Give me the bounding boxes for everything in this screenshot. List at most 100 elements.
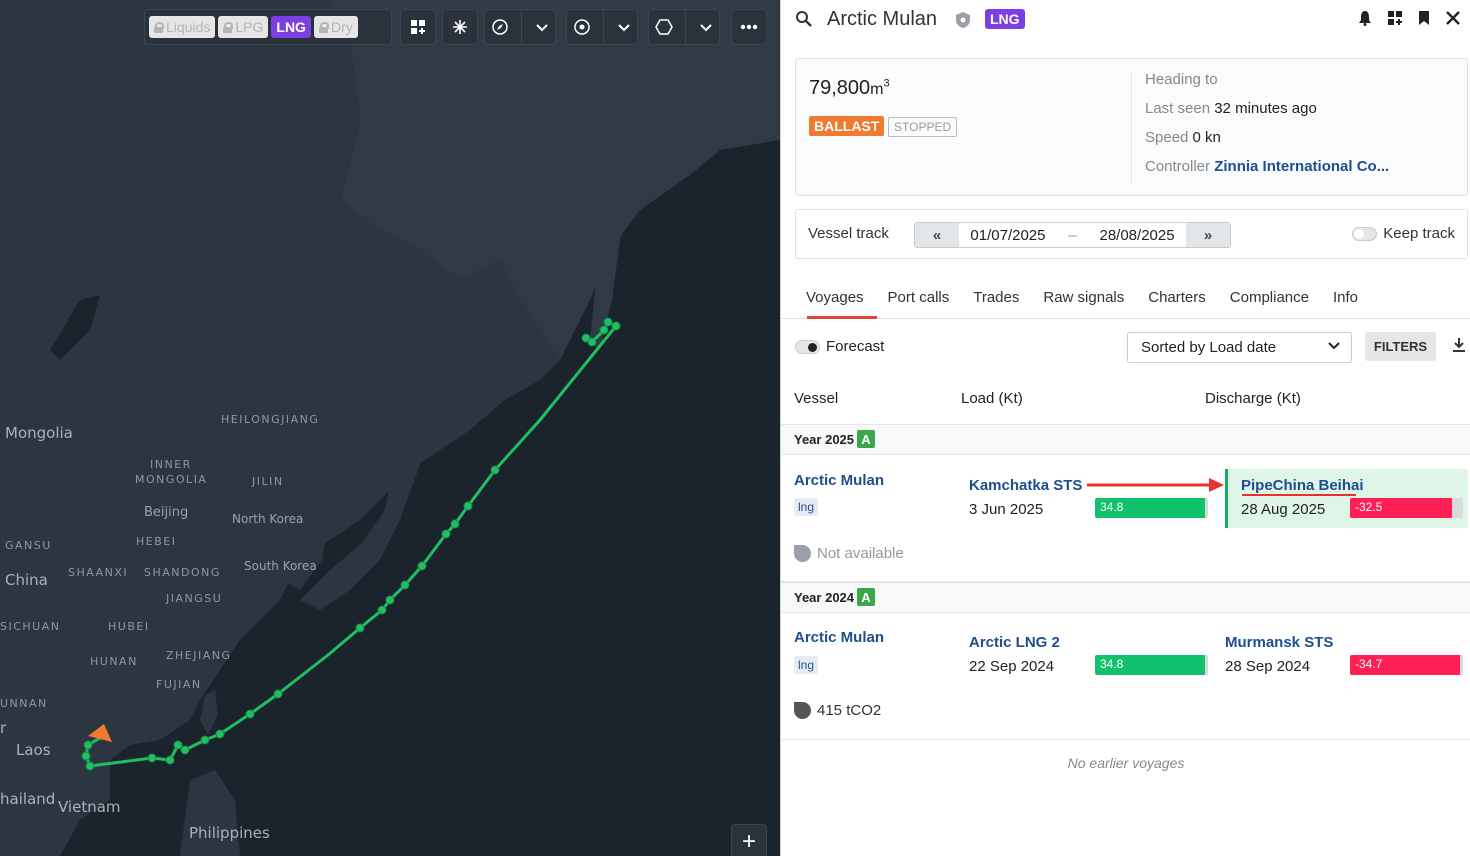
- track-prev-button[interactable]: «: [915, 223, 959, 247]
- load-date: 22 Sep 2024: [969, 658, 1055, 675]
- vessel-name: Arctic Mulan: [827, 8, 938, 30]
- track-end-date[interactable]: 28/08/2025: [1099, 227, 1174, 244]
- year-badge: A: [857, 588, 875, 606]
- map-label-thailand: hailand: [0, 790, 56, 808]
- filter-chip-dry[interactable]: Dry: [313, 16, 358, 38]
- map-label-hebei: HEBEI: [136, 535, 177, 548]
- target-icon: [574, 19, 590, 35]
- year-group-header: Year 2024 A: [781, 582, 1470, 613]
- voyage-vessel-name[interactable]: Arctic Mulan: [794, 629, 884, 646]
- forecast-label: Forecast: [826, 338, 885, 355]
- voyage-emissions: Not available: [794, 545, 904, 562]
- close-icon[interactable]: [1445, 10, 1461, 26]
- target-dropdown[interactable]: [566, 9, 638, 45]
- search-icon[interactable]: [795, 10, 813, 28]
- col-vessel: Vessel: [794, 390, 839, 407]
- load-volume-bar: 34.8: [1095, 655, 1208, 675]
- leaf-icon: [794, 702, 811, 719]
- tab-trades[interactable]: Trades: [961, 280, 1031, 318]
- toggle-switch[interactable]: [795, 339, 820, 354]
- weather-button[interactable]: [442, 9, 478, 45]
- sort-select[interactable]: Sorted by Load date: [1127, 332, 1352, 363]
- tab-info[interactable]: Info: [1321, 280, 1370, 318]
- voyage-cargo-tag: lng: [794, 656, 819, 674]
- filters-button[interactable]: FILTERS: [1365, 332, 1436, 361]
- discharge-port[interactable]: Murmansk STS: [1225, 634, 1333, 651]
- map-view[interactable]: Mongolia HEILONGJIANG INNER MONGOLIA JIL…: [0, 0, 780, 856]
- divider: [603, 9, 605, 45]
- hexagon-icon: [655, 19, 674, 35]
- tab-charters[interactable]: Charters: [1136, 280, 1218, 318]
- controller-link[interactable]: Zinnia International Co...: [1214, 158, 1389, 175]
- tab-port-calls[interactable]: Port calls: [876, 280, 962, 318]
- more-button[interactable]: [731, 9, 767, 45]
- capacity-unit: m: [870, 81, 884, 98]
- tab-raw-signals[interactable]: Raw signals: [1031, 280, 1136, 318]
- vessel-type-filter: Liquids LPG LNG Dry: [144, 9, 392, 45]
- divider: [685, 9, 687, 45]
- load-volume-bar: 34.8: [1095, 498, 1208, 518]
- controller-label: Controller: [1145, 158, 1211, 175]
- download-icon[interactable]: [1452, 337, 1466, 353]
- map-label-hunan: HUNAN: [90, 655, 138, 668]
- load-volume-fill: 34.8: [1095, 655, 1205, 675]
- map-label-heilongjiang: HEILONGJIANG: [221, 413, 320, 426]
- map-label-inner-mongolia: INNER: [150, 458, 192, 471]
- map-label-shandong: SHANDONG: [144, 566, 221, 579]
- vessel-panel: Arctic Mulan LNG 79,800m3 BALLAST STOPPE…: [780, 0, 1470, 856]
- compass-dropdown[interactable]: [484, 9, 556, 45]
- grid-add-icon[interactable]: [1387, 10, 1403, 26]
- map-label-china: China: [5, 571, 48, 589]
- map-label-philippines: Philippines: [189, 824, 270, 842]
- vessel-summary-card: 79,800m3 BALLAST STOPPED Heading to Last…: [795, 58, 1468, 196]
- tab-voyages[interactable]: Voyages: [794, 280, 877, 319]
- vessel-track-bar: Vessel track « 01/07/2025 – 28/08/2025 »…: [795, 209, 1468, 259]
- compass-icon: [492, 19, 508, 35]
- track-start-date[interactable]: 01/07/2025: [970, 227, 1045, 244]
- forecast-toggle[interactable]: Forecast: [795, 338, 884, 355]
- chip-label: LNG: [276, 19, 306, 35]
- wind-icon: [453, 20, 467, 34]
- map-label-hubei: HUBEI: [108, 620, 150, 633]
- load-date: 3 Jun 2025: [969, 501, 1044, 518]
- map-label-mongolia: Mongolia: [5, 424, 73, 442]
- discharge-port[interactable]: PipeChina Beihai: [1241, 477, 1364, 494]
- map-landmass: [0, 0, 780, 856]
- shape-dropdown[interactable]: [648, 9, 720, 45]
- discharge-volume-fill: -32.5: [1350, 498, 1452, 518]
- discharge-date: 28 Aug 2025: [1241, 501, 1326, 518]
- last-seen-row: Last seen 32 minutes ago: [1145, 100, 1389, 129]
- tab-compliance[interactable]: Compliance: [1218, 280, 1321, 318]
- panel-tabs: Voyages Port calls Trades Raw signals Ch…: [781, 280, 1470, 319]
- map-label-yunnan: UNNAN: [0, 697, 48, 710]
- load-port[interactable]: Arctic LNG 2: [969, 634, 1060, 651]
- filter-chip-lpg[interactable]: LPG: [218, 16, 269, 38]
- zoom-in-button[interactable]: +: [731, 824, 767, 856]
- chevron-down-icon[interactable]: [535, 20, 549, 34]
- lock-icon: [223, 21, 234, 33]
- map-label-north-korea: North Korea: [232, 512, 304, 526]
- load-port[interactable]: Kamchatka STS: [969, 477, 1082, 494]
- map-label-vietnam: Vietnam: [58, 798, 121, 816]
- chip-label: LPG: [235, 19, 264, 35]
- bell-icon[interactable]: [1357, 10, 1373, 26]
- chevron-down-icon[interactable]: [617, 20, 631, 34]
- map-label-sichuan: SICHUAN: [0, 620, 61, 633]
- layers-button[interactable]: [400, 9, 436, 45]
- keep-track-toggle[interactable]: Keep track: [1352, 225, 1455, 242]
- sort-value: Sorted by Load date: [1141, 339, 1277, 356]
- date-separator: –: [1068, 226, 1077, 244]
- header-actions: [1357, 10, 1461, 26]
- voyage-vessel-name[interactable]: Arctic Mulan: [794, 472, 884, 489]
- capacity-value: 79,800: [809, 77, 871, 99]
- discharge-underline: [1242, 494, 1356, 496]
- track-next-button[interactable]: »: [1186, 223, 1230, 247]
- discharge-date: 28 Sep 2024: [1225, 658, 1311, 675]
- toggle-switch[interactable]: [1352, 226, 1378, 241]
- chevron-down-icon: [1328, 342, 1340, 350]
- bookmark-icon[interactable]: [1417, 10, 1431, 26]
- chip-label: Dry: [330, 19, 353, 35]
- filter-chip-liquids[interactable]: Liquids: [149, 16, 216, 38]
- chevron-down-icon[interactable]: [699, 20, 713, 34]
- filter-chip-lng[interactable]: LNG: [271, 16, 311, 38]
